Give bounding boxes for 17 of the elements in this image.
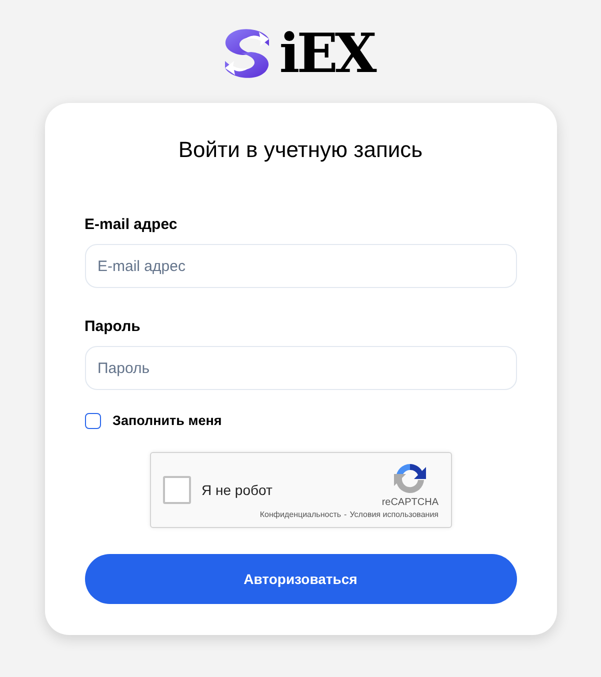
link-separator: - bbox=[344, 510, 347, 519]
circular-arrows-icon bbox=[394, 462, 426, 494]
logo-icon bbox=[223, 27, 272, 80]
logo-text: iEX bbox=[279, 27, 376, 80]
captcha-label: Я не робот bbox=[202, 480, 272, 500]
input-field[interactable]: Пароль bbox=[84, 346, 516, 390]
field-label: Пароль bbox=[84, 317, 140, 337]
captcha-brand: reCAPTCHA bbox=[382, 497, 438, 509]
privacy-link[interactable]: Конфиденциальность bbox=[260, 510, 342, 519]
input-field[interactable]: E-mail адрес bbox=[84, 244, 516, 288]
captcha-checkbox[interactable] bbox=[162, 476, 190, 504]
remember-checkbox[interactable] bbox=[84, 413, 100, 429]
terms-link[interactable]: Условия использования bbox=[350, 510, 438, 519]
field-label: E-mail адрес bbox=[84, 215, 178, 235]
remember-label: Заполнить меня bbox=[112, 413, 222, 429]
login-button[interactable]: Авторизоваться bbox=[84, 554, 516, 604]
form-title: Войти в учетную запись bbox=[177, 137, 424, 163]
